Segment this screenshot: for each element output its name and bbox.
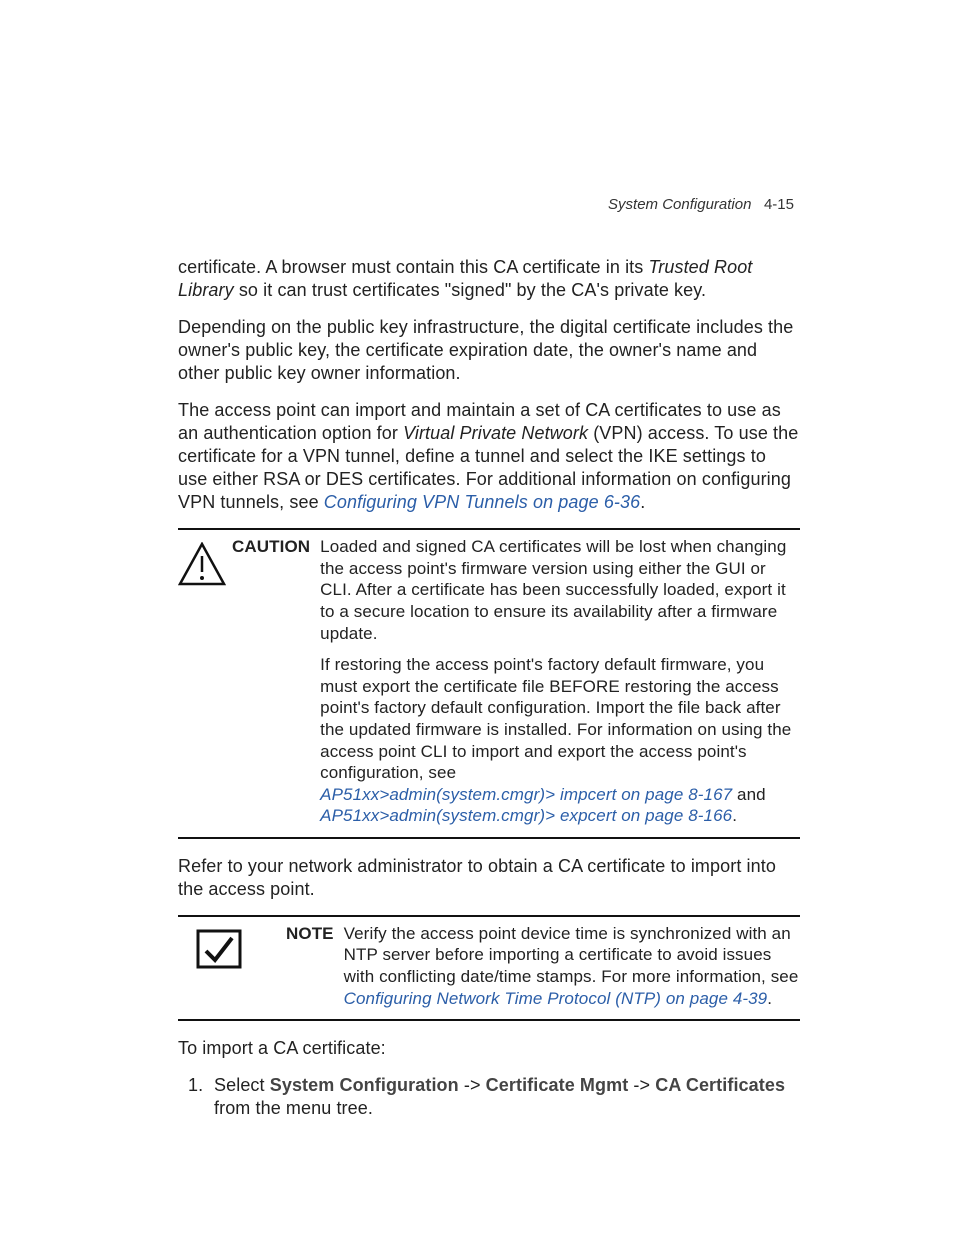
term: Virtual Private Network bbox=[403, 423, 588, 443]
link-impcert[interactable]: AP51xx>admin(system.cmgr)> impcert on pa… bbox=[320, 785, 732, 804]
menu-item: Certificate Mgmt bbox=[486, 1075, 629, 1095]
section-title: System Configuration bbox=[608, 196, 751, 213]
paragraph: Depending on the public key infrastructu… bbox=[178, 316, 800, 385]
body: certificate. A browser must contain this… bbox=[178, 256, 800, 1130]
text: If restoring the access point's factory … bbox=[320, 655, 791, 782]
step-1: Select System Configuration -> Certifica… bbox=[214, 1074, 800, 1120]
note-label: NOTE bbox=[286, 923, 344, 945]
text: and bbox=[732, 785, 766, 804]
link-expcert[interactable]: AP51xx>admin(system.cmgr)> expcert on pa… bbox=[320, 806, 732, 825]
text: If restoring the access point's factory … bbox=[320, 654, 800, 827]
text: -> bbox=[459, 1075, 486, 1095]
note-callout: NOTE Verify the access point device time… bbox=[178, 915, 800, 1021]
paragraph: The access point can import and maintain… bbox=[178, 399, 800, 514]
text: Verify the access point device time is s… bbox=[344, 923, 800, 1009]
caution-label: CAUTION bbox=[232, 536, 320, 558]
text: so it can trust certificates "signed" by… bbox=[234, 280, 706, 300]
ordered-list: Select System Configuration -> Certifica… bbox=[178, 1074, 800, 1120]
caution-body: Loaded and signed CA certificates will b… bbox=[320, 536, 800, 831]
text: . bbox=[732, 806, 737, 825]
running-header: System Configuration 4-15 bbox=[608, 196, 794, 213]
text: from the menu tree. bbox=[214, 1098, 373, 1118]
text: Verify the access point device time is s… bbox=[344, 924, 799, 986]
caution-callout: CAUTION Loaded and signed CA certificate… bbox=[178, 528, 800, 839]
page: System Configuration 4-15 certificate. A… bbox=[0, 0, 954, 1235]
link-ntp[interactable]: Configuring Network Time Protocol (NTP) … bbox=[344, 989, 768, 1008]
text: certificate. A browser must contain this… bbox=[178, 257, 649, 277]
text: . bbox=[767, 989, 772, 1008]
text: -> bbox=[628, 1075, 655, 1095]
paragraph: Refer to your network administrator to o… bbox=[178, 855, 800, 901]
paragraph: To import a CA certificate: bbox=[178, 1037, 800, 1060]
link-vpn-tunnels[interactable]: Configuring VPN Tunnels on page 6-36 bbox=[324, 492, 640, 512]
text: . bbox=[640, 492, 645, 512]
text: Loaded and signed CA certificates will b… bbox=[320, 536, 800, 644]
menu-item: CA Certificates bbox=[655, 1075, 785, 1095]
text: Select bbox=[214, 1075, 270, 1095]
menu-item: System Configuration bbox=[270, 1075, 459, 1095]
caution-icon bbox=[178, 536, 232, 586]
note-body: Verify the access point device time is s… bbox=[344, 923, 800, 1013]
paragraph: certificate. A browser must contain this… bbox=[178, 256, 800, 302]
page-number: 4-15 bbox=[764, 196, 794, 213]
note-icon bbox=[178, 923, 286, 969]
